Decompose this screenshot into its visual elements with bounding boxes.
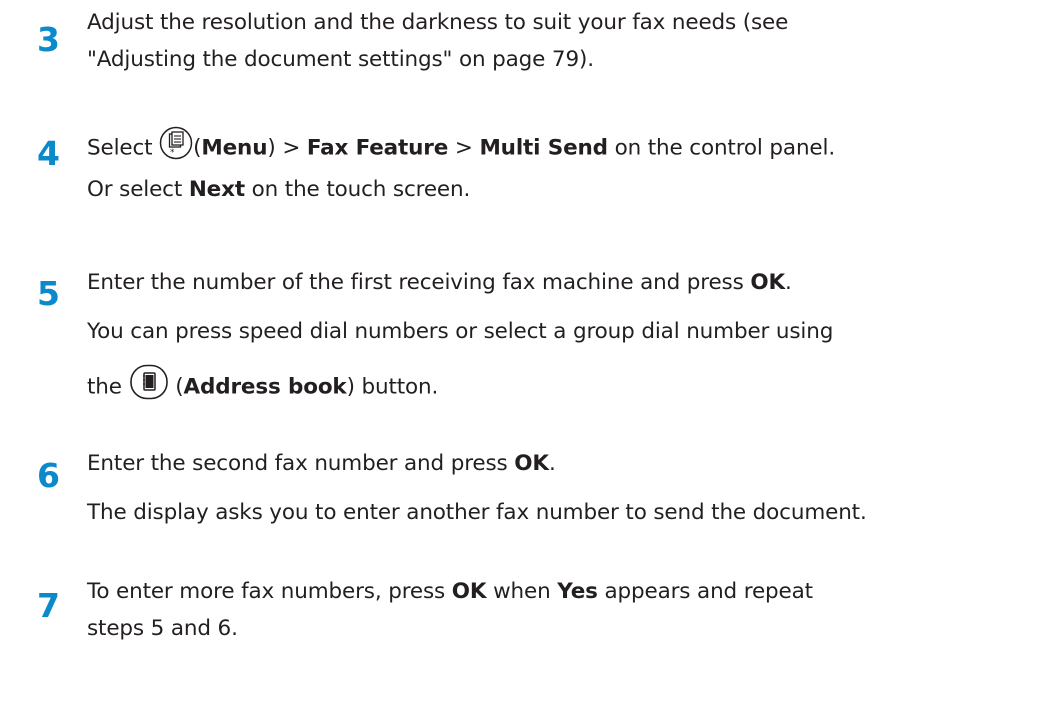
step-text-line: Or select Next on the touch screen. <box>87 177 471 202</box>
address-book-button-icon <box>129 364 169 407</box>
step-text-line: Enter the number of the first receiving … <box>87 270 792 295</box>
step-text-line: the (Address book) button. <box>87 364 438 409</box>
step-text-line: Select * (Menu) > Fax Feature > Multi Se… <box>87 126 835 169</box>
step-text-line: To enter more fax numbers, press OK when… <box>87 579 813 604</box>
step-number: 3 <box>37 20 60 59</box>
step-text-line: steps 5 and 6. <box>87 616 238 641</box>
step-text-line: Adjust the resolution and the darkness t… <box>87 10 789 35</box>
step-number: 4 <box>37 134 60 173</box>
step-number: 6 <box>37 456 60 495</box>
step-text-line: Enter the second fax number and press OK… <box>87 451 556 476</box>
step-text-line: You can press speed dial numbers or sele… <box>87 319 834 344</box>
svg-text:*: * <box>170 148 175 158</box>
step-text-line: The display asks you to enter another fa… <box>87 500 867 525</box>
menu-button-icon: * <box>159 126 193 167</box>
step-number: 7 <box>37 586 60 625</box>
step-number: 5 <box>37 274 60 313</box>
step-text-line: "Adjusting the document settings" on pag… <box>87 47 594 72</box>
